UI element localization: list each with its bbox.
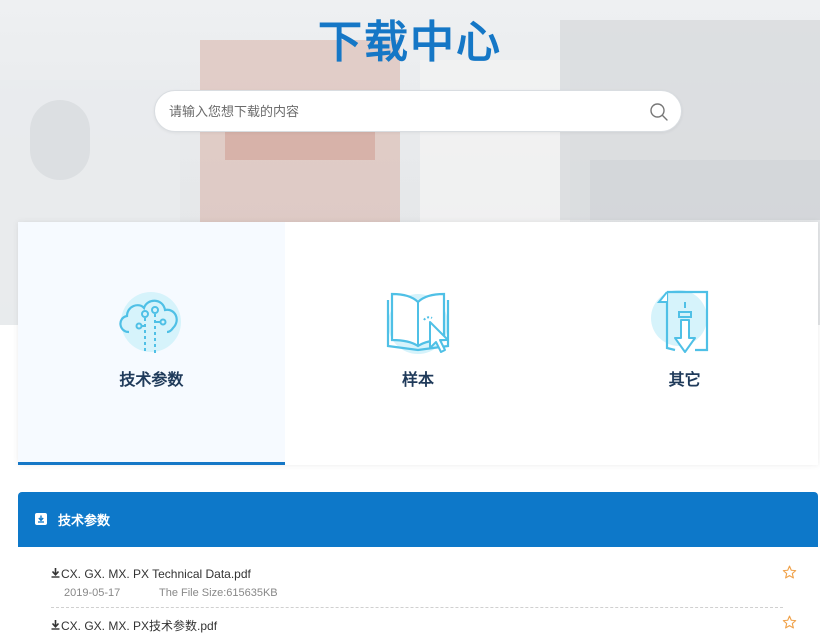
file-link[interactable]: CX. GX. MX. PX技术参数.pdf: [51, 617, 217, 634]
search-input[interactable]: [167, 91, 641, 133]
list-header: 技术参数: [18, 492, 818, 547]
search-icon[interactable]: [649, 102, 669, 122]
tab-label: 技术参数: [119, 370, 184, 389]
star-icon[interactable]: [782, 615, 797, 630]
tab-label: 样本: [402, 370, 435, 389]
file-list: CX. GX. MX. PX Technical Data.pdf 2019-0…: [18, 547, 818, 633]
download-icon: [51, 620, 60, 630]
tab-samples[interactable]: 样本: [285, 222, 552, 465]
file-name: CX. GX. MX. PX技术参数.pdf: [61, 619, 218, 633]
file-name: CX. GX. MX. PX Technical Data.pdf: [61, 567, 251, 581]
cloud-circuit-icon: [119, 292, 182, 354]
download-icon: [51, 568, 60, 578]
download-box-icon: [35, 513, 47, 525]
tab-others[interactable]: 其它: [551, 222, 818, 465]
list-item: CX. GX. MX. PX Technical Data.pdf 2019-0…: [51, 559, 797, 608]
file-link[interactable]: CX. GX. MX. PX Technical Data.pdf: [51, 567, 251, 581]
list-title: 技术参数: [58, 514, 111, 529]
file-size: The File Size:615635KB: [159, 587, 278, 599]
tab-technical-params[interactable]: 技术参数: [18, 222, 285, 465]
file-download-icon: [650, 290, 708, 353]
file-date: 2019-05-17: [64, 587, 121, 599]
star-icon[interactable]: [782, 565, 797, 580]
search-bar: [154, 90, 682, 133]
list-item: CX. GX. MX. PX技术参数.pdf: [51, 609, 797, 639]
category-tabs: 技术参数 样本 其它: [18, 222, 818, 465]
page-title: 下载中心: [318, 17, 502, 68]
tab-label: 其它: [668, 370, 701, 389]
book-cursor-icon: [386, 292, 450, 354]
